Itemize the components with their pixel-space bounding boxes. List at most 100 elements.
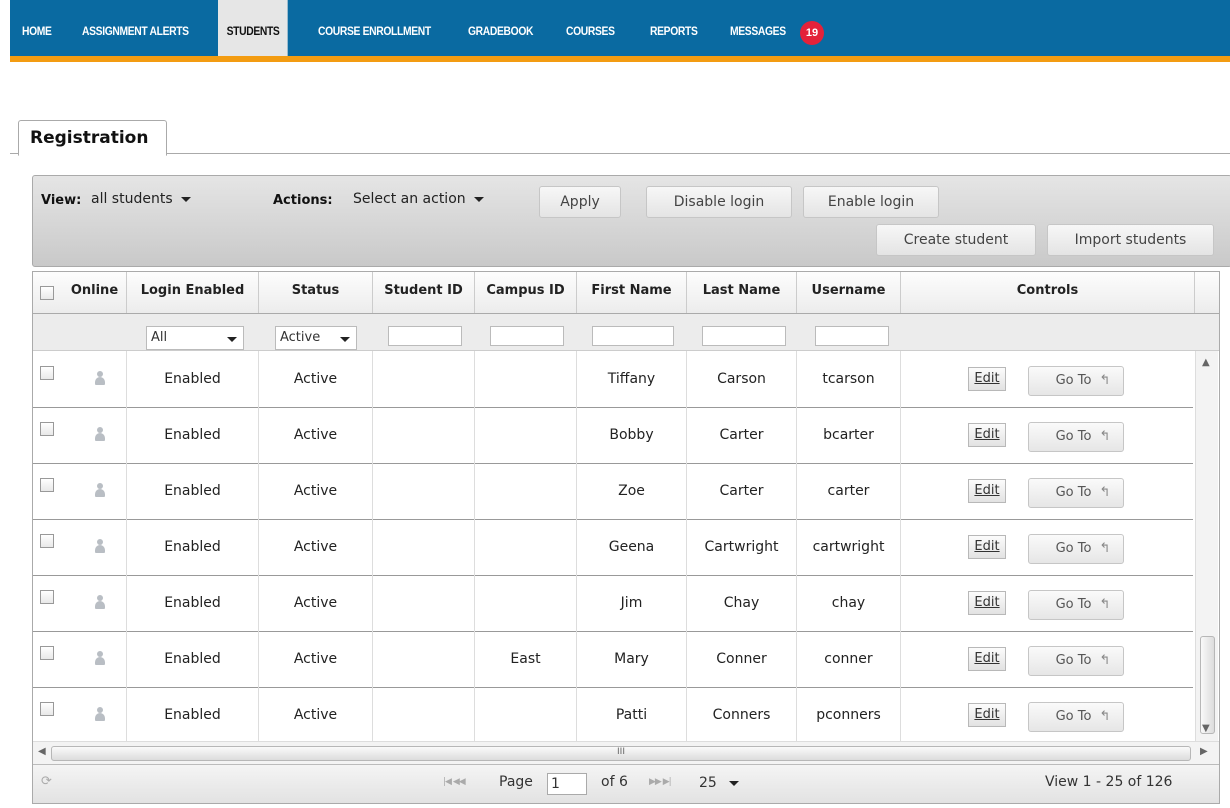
scroll-left-icon[interactable]: ◀ — [38, 746, 46, 757]
go-to-label: Go To — [1055, 709, 1092, 724]
disable-login-button[interactable]: Disable login — [646, 186, 792, 218]
next-page-icon[interactable]: ▶▶ ▶| — [649, 777, 672, 787]
edit-button[interactable]: Edit — [968, 703, 1006, 727]
go-to-button[interactable]: Go To ↰ — [1028, 646, 1124, 676]
go-to-label: Go To — [1055, 597, 1092, 612]
go-to-button[interactable]: Go To ↰ — [1028, 478, 1124, 508]
table-row[interactable]: Enabled Active Geena Cartwright cartwright Ed… — [33, 519, 1193, 576]
online-cell — [63, 407, 127, 463]
login-enabled-cell: Enabled — [127, 575, 259, 631]
controls-cell: Edit Go To ↰ — [901, 407, 1193, 463]
col-last-name[interactable]: Last Name — [687, 272, 797, 313]
last-name-cell: Carter — [687, 407, 797, 463]
go-to-button[interactable]: Go To ↰ — [1028, 366, 1124, 396]
status-filter-value: Active — [280, 330, 321, 345]
login-enabled-filter[interactable]: All — [146, 326, 244, 350]
actions-select[interactable]: Select an action — [353, 191, 484, 207]
tab-registration[interactable]: Registration — [18, 120, 167, 156]
nav-courses[interactable]: COURSES — [566, 0, 615, 62]
status-filter[interactable]: Active — [275, 326, 357, 350]
row-checkbox[interactable] — [40, 590, 54, 604]
first-name-cell: Zoe — [577, 463, 687, 519]
apply-button[interactable]: Apply — [539, 186, 621, 218]
table-row[interactable]: Enabled Active East Mary Conner conner Edit Go … — [33, 631, 1193, 688]
row-checkbox[interactable] — [40, 702, 54, 716]
grid-body: Enabled Active Tiffany Carson tcarson Edit Go … — [33, 351, 1193, 741]
login-enabled-cell: Enabled — [127, 519, 259, 575]
first-name-cell: Jim — [577, 575, 687, 631]
vertical-scroll-thumb[interactable] — [1200, 636, 1215, 734]
col-online[interactable]: Online — [63, 272, 127, 313]
first-page-icon[interactable]: |◀ ◀◀ — [443, 777, 466, 787]
nav-course-enrollment[interactable]: COURSE ENROLLMENT — [318, 0, 431, 62]
refresh-icon[interactable]: ⟳ — [41, 774, 52, 789]
go-to-label: Go To — [1055, 429, 1092, 444]
controls-cell: Edit Go To ↰ — [901, 351, 1193, 407]
col-campus-id[interactable]: Campus ID — [475, 272, 577, 313]
controls-cell: Edit Go To ↰ — [901, 519, 1193, 575]
go-to-button[interactable]: Go To ↰ — [1028, 702, 1124, 732]
table-row[interactable]: Enabled Active Bobby Carter bcarter Edit Go To… — [33, 407, 1193, 464]
select-all-checkbox[interactable] — [40, 286, 54, 300]
status-cell: Active — [259, 351, 373, 407]
create-student-button[interactable]: Create student — [876, 224, 1036, 256]
edit-button[interactable]: Edit — [968, 479, 1006, 503]
campus-id-filter-input[interactable] — [490, 326, 564, 346]
nav-assignment-alerts[interactable]: ASSIGNMENT ALERTS — [82, 0, 189, 62]
status-cell: Active — [259, 407, 373, 463]
page-number-input[interactable]: 1 — [547, 773, 587, 795]
campus-id-cell — [475, 463, 577, 519]
edit-button[interactable]: Edit — [968, 591, 1006, 615]
nav-gradebook[interactable]: GRADEBOOK — [468, 0, 533, 62]
view-select[interactable]: all students — [91, 191, 191, 207]
table-row[interactable]: Enabled Active Patti Conners pconners Edit Go … — [33, 687, 1193, 741]
student-id-cell — [373, 463, 475, 519]
edit-button[interactable]: Edit — [968, 535, 1006, 559]
enable-login-button[interactable]: Enable login — [803, 186, 939, 218]
scroll-up-icon[interactable]: ▲ — [1202, 357, 1210, 368]
last-name-filter-input[interactable] — [702, 326, 786, 346]
actions-toolbar: View: all students Actions: Select an ac… — [32, 175, 1230, 267]
last-name-cell: Carson — [687, 351, 797, 407]
vertical-scrollbar[interactable]: ▲ ▼ — [1195, 351, 1218, 741]
table-row[interactable]: Enabled Active Jim Chay chay Edit Go To ↰ — [33, 575, 1193, 632]
top-navigation: HOME ASSIGNMENT ALERTS STUDENTS COURSE E… — [10, 0, 1230, 62]
row-checkbox[interactable] — [40, 646, 54, 660]
row-checkbox[interactable] — [40, 478, 54, 492]
chevron-down-icon — [728, 780, 739, 786]
nav-home[interactable]: HOME — [22, 0, 52, 62]
go-to-button[interactable]: Go To ↰ — [1028, 590, 1124, 620]
go-to-button[interactable]: Go To ↰ — [1028, 534, 1124, 564]
edit-button[interactable]: Edit — [968, 367, 1006, 391]
table-row[interactable]: Enabled Active Zoe Carter carter Edit Go To ↰ — [33, 463, 1193, 520]
import-students-button[interactable]: Import students — [1047, 224, 1214, 256]
username-filter-input[interactable] — [815, 326, 889, 346]
nav-reports[interactable]: REPORTS — [650, 0, 698, 62]
horizontal-scroll-thumb[interactable]: III — [51, 746, 1191, 761]
col-login-enabled[interactable]: Login Enabled — [127, 272, 259, 313]
col-first-name[interactable]: First Name — [577, 272, 687, 313]
col-student-id[interactable]: Student ID — [373, 272, 475, 313]
login-enabled-cell: Enabled — [127, 463, 259, 519]
first-name-filter-input[interactable] — [592, 326, 674, 346]
edit-button[interactable]: Edit — [968, 423, 1006, 447]
row-checkbox[interactable] — [40, 366, 54, 380]
last-name-cell: Conner — [687, 631, 797, 687]
row-checkbox[interactable] — [40, 534, 54, 548]
horizontal-scrollbar[interactable]: ◀ III ▶ — [33, 741, 1219, 764]
scroll-down-icon[interactable]: ▼ — [1202, 723, 1210, 734]
first-name-cell: Geena — [577, 519, 687, 575]
last-name-cell: Carter — [687, 463, 797, 519]
col-status[interactable]: Status — [259, 272, 373, 313]
rows-per-page-select[interactable]: 25 — [696, 773, 766, 795]
nav-students[interactable]: STUDENTS — [218, 0, 289, 62]
student-id-filter-input[interactable] — [388, 326, 462, 346]
table-row[interactable]: Enabled Active Tiffany Carson tcarson Edit Go … — [33, 351, 1193, 408]
edit-button[interactable]: Edit — [968, 647, 1006, 671]
go-to-button[interactable]: Go To ↰ — [1028, 422, 1124, 452]
scroll-right-icon[interactable]: ▶ — [1200, 746, 1208, 757]
nav-messages[interactable]: MESSAGES — [730, 0, 786, 62]
status-cell: Active — [259, 575, 373, 631]
row-checkbox[interactable] — [40, 422, 54, 436]
col-username[interactable]: Username — [797, 272, 901, 313]
